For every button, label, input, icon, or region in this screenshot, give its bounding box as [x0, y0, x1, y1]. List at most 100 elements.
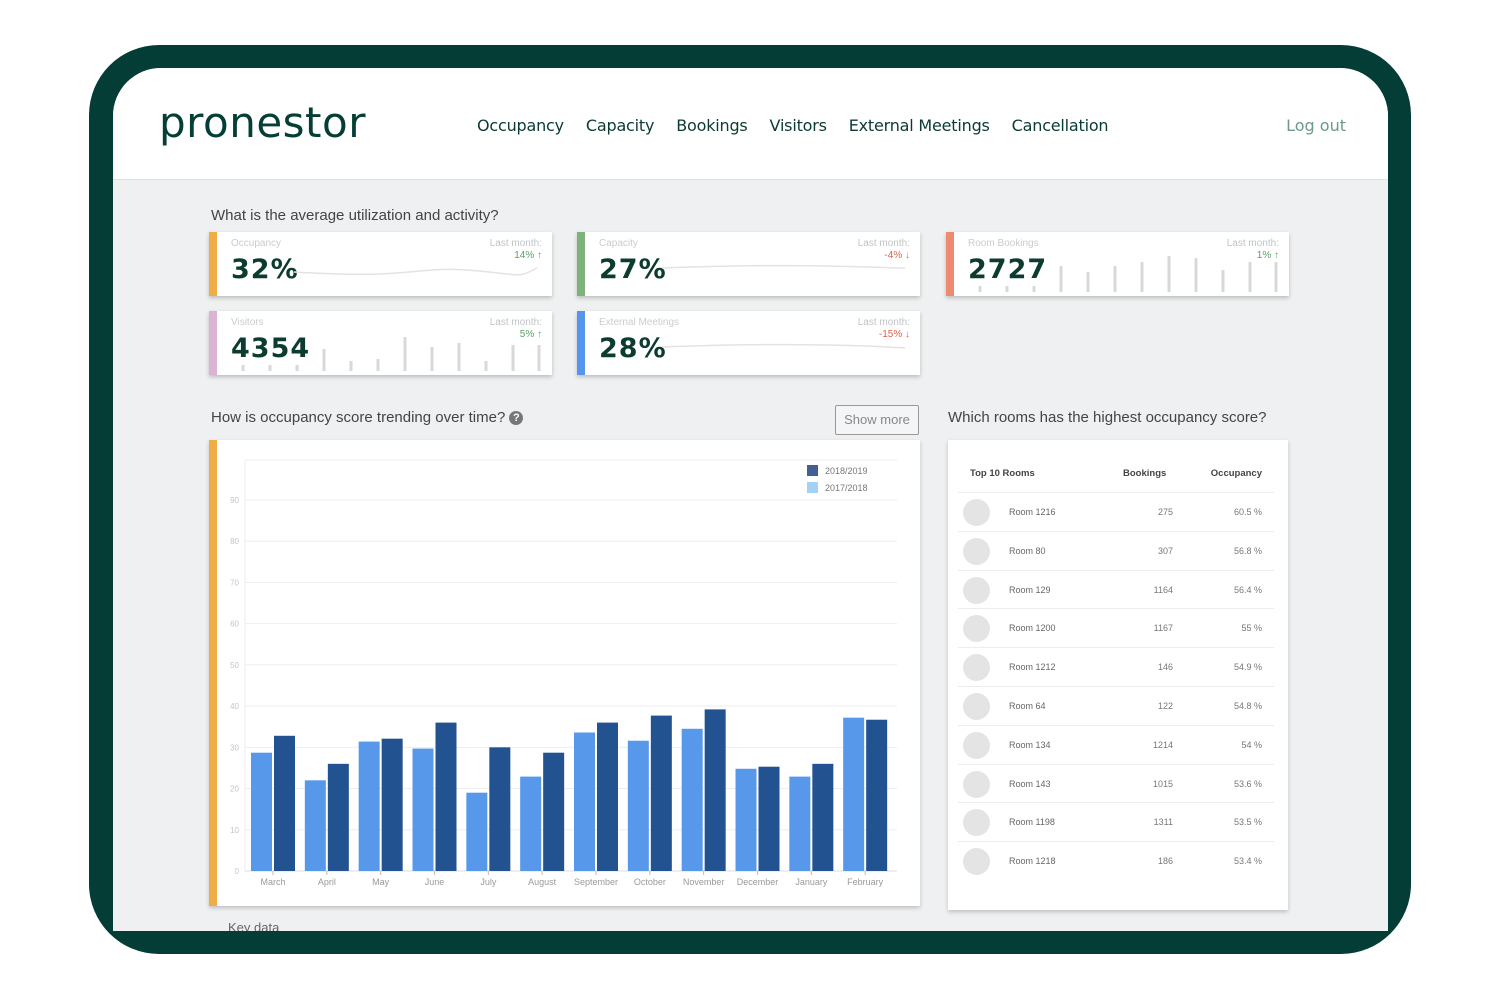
trend-title-text: How is occupancy score trending over tim… — [211, 409, 506, 426]
bar-2018-2019-november — [704, 709, 726, 871]
bar-2017-2018-july — [466, 792, 488, 871]
pronestor-logo[interactable]: pronestor — [159, 98, 366, 147]
nav-occupancy[interactable]: Occupancy — [477, 116, 564, 135]
nav-visitors[interactable]: Visitors — [770, 116, 827, 135]
sparkline-bars — [241, 337, 541, 371]
top-rooms-table: Top 10 Rooms Bookings Occupancy Room 121… — [948, 440, 1288, 910]
room-bookings: 1015 — [1152, 778, 1173, 789]
show-more-button[interactable]: Show more — [835, 405, 919, 435]
room-bookings: 1214 — [1152, 739, 1173, 750]
kpi-card-capacity[interactable]: Capacity 27% Last month: -4% ↓ — [577, 232, 920, 296]
x-tick-label: February — [847, 877, 884, 887]
help-icon[interactable]: ? — [509, 411, 524, 425]
bar-2017-2018-november — [681, 728, 703, 871]
y-tick-label: 60 — [230, 620, 239, 629]
bar-2017-2018-april — [304, 780, 326, 871]
kpi-label: Occupancy — [231, 238, 282, 249]
room-name: Room 1200 — [1009, 623, 1056, 634]
room-bookings: 1311 — [1153, 817, 1173, 828]
kpi-label: External Meetings — [599, 317, 680, 328]
kpi-card-external-meetings[interactable]: External Meetings 28% Last month: -15% ↓ — [577, 311, 920, 375]
key-data-title: Key data — [228, 920, 280, 931]
bar-2018-2019-february — [866, 719, 888, 871]
x-tick-label: January — [795, 877, 828, 887]
room-row[interactable]: Room 1198 1311 53.5 % — [958, 802, 1274, 841]
legend-swatch-2017-2018 — [807, 482, 818, 493]
last-month-label: Last month: — [489, 317, 542, 328]
kpi-card-occupancy[interactable]: Occupancy 32% Last month: 14% ↑ — [209, 232, 552, 296]
main-nav: Occupancy Capacity Bookings Visitors Ext… — [477, 116, 1109, 135]
room-row[interactable]: Room 64 122 54.8 % — [958, 686, 1274, 725]
bar-2017-2018-september — [574, 732, 595, 871]
sparkline-bars — [978, 256, 1278, 292]
nav-capacity[interactable]: Capacity — [586, 116, 655, 135]
column-header-bookings[interactable]: Bookings — [1123, 468, 1166, 479]
kpi-label: Room Bookings — [968, 238, 1039, 249]
bar-2017-2018-august — [520, 776, 542, 871]
x-tick-label: October — [634, 877, 666, 887]
kpi-card-room-bookings[interactable]: Room Bookings 2727 Last month: 1% ↑ — [946, 232, 1289, 296]
room-occupancy: 60.5 % — [1233, 507, 1262, 517]
bar-2018-2019-october — [650, 715, 672, 871]
column-header-rooms[interactable]: Top 10 Rooms — [970, 468, 1035, 479]
room-row[interactable]: Room 1200 1167 55 % — [958, 608, 1274, 647]
card-accent — [577, 311, 585, 375]
room-row[interactable]: Room 143 1015 53.6 % — [958, 763, 1274, 803]
x-tick-label: March — [260, 877, 285, 887]
kpi-label: Visitors — [231, 317, 264, 328]
last-month-value: 1% ↑ — [1256, 250, 1279, 261]
room-name: Room 1218 — [1009, 856, 1056, 867]
room-occupancy: 54 % — [1241, 739, 1262, 750]
kpi-section-title: What is the average utilization and acti… — [211, 207, 499, 224]
arrow-up-icon: ↑ — [1274, 250, 1279, 261]
column-header-occupancy[interactable]: Occupancy — [1211, 468, 1262, 479]
logout-link[interactable]: Log out — [1286, 116, 1346, 135]
x-tick-label: December — [737, 877, 779, 887]
y-tick-label: 70 — [230, 578, 239, 587]
card-accent — [946, 232, 954, 296]
x-tick-label: August — [528, 877, 557, 887]
legend-label-2017-2018: 2017/2018 — [825, 483, 868, 493]
last-month-label: Last month: — [857, 317, 910, 328]
room-avatar — [963, 499, 990, 526]
room-name: Room 134 — [1009, 739, 1051, 750]
room-name: Room 64 — [1009, 701, 1046, 711]
sparkline — [661, 343, 906, 349]
room-bookings: 1167 — [1153, 623, 1173, 634]
room-row[interactable]: Room 1212 146 54.9 % — [958, 647, 1274, 686]
nav-external-meetings[interactable]: External Meetings — [849, 116, 990, 135]
room-row[interactable]: Room 80 307 56.8 % — [958, 530, 1274, 570]
last-month-label: Last month: — [489, 238, 542, 249]
y-tick-label: 50 — [230, 661, 239, 670]
bar-2017-2018-may — [358, 741, 380, 871]
app-screen: pronestor Occupancy Capacity Bookings Vi… — [113, 68, 1388, 931]
room-name: Room 1216 — [1009, 507, 1056, 517]
x-tick-label: July — [480, 877, 497, 887]
y-tick-label: 10 — [230, 826, 239, 835]
room-occupancy: 53.5 % — [1233, 817, 1262, 828]
trend-section-title: How is occupancy score trending over tim… — [211, 409, 524, 426]
room-row[interactable]: Room 1216 275 60.5 % — [958, 492, 1274, 531]
room-row[interactable]: Room 134 1214 54 % — [958, 724, 1274, 764]
room-occupancy: 56.4 % — [1233, 584, 1262, 595]
bar-2018-2019-september — [597, 722, 618, 871]
room-avatar — [963, 731, 990, 759]
bar-2018-2019-august — [543, 752, 565, 871]
nav-cancellation[interactable]: Cancellation — [1012, 116, 1109, 135]
room-avatar — [963, 693, 990, 720]
last-month-label: Last month: — [1226, 238, 1279, 249]
room-bookings: 146 — [1157, 662, 1173, 673]
room-row[interactable]: Room 1218 186 53.4 % — [958, 841, 1274, 880]
kpi-card-visitors[interactable]: Visitors 4354 Last month: 5% ↑ — [209, 311, 552, 375]
room-bookings: 122 — [1157, 701, 1173, 711]
bar-2018-2019-april — [327, 763, 349, 871]
sparkline — [293, 267, 538, 276]
card-accent — [209, 311, 217, 375]
y-tick-label: 20 — [230, 785, 239, 794]
room-avatar — [963, 770, 990, 798]
nav-bookings[interactable]: Bookings — [676, 116, 748, 135]
x-tick-label: May — [372, 877, 390, 887]
room-occupancy: 53.6 % — [1233, 778, 1262, 789]
room-row[interactable]: Room 129 1164 56.4 % — [958, 569, 1274, 609]
bar-2017-2018-february — [843, 717, 865, 871]
